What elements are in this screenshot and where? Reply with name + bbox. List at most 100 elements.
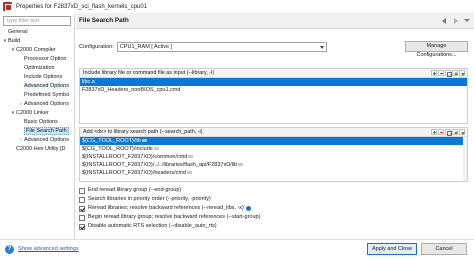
edit-icon[interactable]	[445, 70, 452, 77]
add-icon[interactable]	[431, 129, 437, 135]
view-menu-icon[interactable]	[463, 17, 470, 24]
header-nav	[441, 17, 470, 24]
cancel-button[interactable]: Cancel	[421, 243, 467, 255]
option-checkbox[interactable]	[79, 223, 85, 230]
list-item[interactable]: libc.a	[80, 78, 467, 86]
library-group-title: Include library file or command file as …	[83, 70, 215, 76]
move-up-icon[interactable]	[452, 70, 458, 76]
tree-item-label: General	[8, 29, 28, 35]
info-icon	[245, 206, 251, 211]
move-down-icon[interactable]	[459, 129, 465, 135]
tree-item[interactable]: Predefined Symbo	[0, 91, 75, 100]
tree-item[interactable]: Advanced Options	[0, 82, 75, 91]
library-list[interactable]: libc.a F2837xD_Headers_nonBIOS_cpu1.cmd	[80, 78, 467, 94]
settings-tree: General ▾ Build ▾ C2000 Compiler Processor Op…	[0, 28, 75, 154]
page-header: File Search Path	[76, 13, 474, 29]
page-title: File Search Path	[79, 17, 129, 24]
tree-item-label: C2000 Compiler	[16, 47, 56, 53]
tree-item-label: Optimization	[24, 65, 55, 71]
list-item-text: F2837xD_Headers_nonBIOS_cpu1.cmd	[82, 87, 181, 93]
tree-item[interactable]: ▾ C2000 Compiler	[0, 46, 75, 55]
move-up-icon[interactable]	[452, 129, 458, 135]
tree-item[interactable]: Optimization	[0, 64, 75, 73]
tree-item-label: Predefined Symbo	[24, 92, 70, 98]
tree-item[interactable]: Include Options	[0, 73, 75, 82]
option-label: Disable automatic RTS selection (--disab…	[88, 223, 217, 229]
search-path-scrollbar[interactable]	[463, 137, 467, 181]
manage-configurations-button[interactable]: Manage Configurations...	[405, 41, 468, 58]
search-path-group-tools	[431, 129, 465, 136]
option-checkbox[interactable]	[79, 214, 85, 221]
option-checkbox[interactable]	[79, 187, 85, 194]
tree-item-label: Include Options	[24, 74, 63, 80]
tree-item[interactable]: File Search Path	[0, 127, 75, 136]
tree-item[interactable]: C2000 Hex Utility [D	[0, 145, 75, 154]
list-item[interactable]: ${INSTALLROOT_F2837XD}/../../libraries/f…	[80, 161, 467, 169]
forward-arrow-icon[interactable]	[452, 17, 459, 24]
apply-and-close-button[interactable]: Apply and Close	[367, 243, 417, 255]
list-item-text: ${INSTALLROOT_F2837XD}/../../libraries/f…	[82, 162, 238, 168]
tree-item[interactable]: General	[0, 28, 75, 37]
variable-marker-icon	[238, 163, 244, 167]
configuration-label: Configuration:	[79, 43, 114, 50]
list-item-text: ${CG_TOOL_ROOT}/include	[82, 146, 153, 152]
list-item[interactable]: F2837xD_Headers_nonBIOS_cpu1.cmd	[80, 86, 467, 94]
option-label: Begin reread library group; resolve back…	[88, 214, 261, 220]
move-down-icon[interactable]	[459, 70, 465, 76]
add-icon[interactable]	[431, 70, 437, 76]
list-item[interactable]: ${CG_TOOL_ROOT}/include	[80, 145, 467, 153]
filter-input[interactable]: type filter text	[3, 16, 71, 26]
option-row: Reread libraries; resolve backward refer…	[79, 204, 379, 213]
tree-item[interactable]: › Advanced Options	[0, 100, 75, 109]
search-path-group-header: Add <dir> to library search path (--sear…	[80, 128, 467, 137]
dialog-footer: ? Show advanced settings Apply and Close…	[0, 239, 474, 261]
tree-item-label: Advanced Options	[24, 83, 69, 89]
search-path-group: Add <dir> to library search path (--sear…	[79, 127, 468, 182]
option-row: Search libraries in priority order (--pr…	[79, 195, 379, 204]
show-advanced-settings-link[interactable]: Show advanced settings	[18, 245, 79, 254]
back-arrow-icon[interactable]	[441, 17, 448, 24]
variable-marker-icon	[187, 171, 193, 175]
window-title: Properties for F2837xD_sci_flash_kernels…	[16, 3, 148, 10]
delete-icon[interactable]	[438, 129, 444, 135]
tree-item-label: Advanced Options	[24, 137, 69, 143]
variable-marker-icon	[141, 139, 147, 143]
tree-item[interactable]: › Advanced Options	[0, 136, 75, 145]
navigation-panel: type filter text General ▾ Build ▾ C2000 Com…	[0, 13, 75, 239]
option-row: Disable automatic RTS selection (--disab…	[79, 222, 379, 231]
tree-item-label: C2000 Hex Utility [D	[16, 146, 66, 152]
option-checkbox[interactable]	[79, 196, 85, 203]
tree-item[interactable]: Basic Options	[0, 118, 75, 127]
search-path-group-title: Add <dir> to library search path (--sear…	[83, 129, 203, 135]
title-bar: Properties for F2837xD_sci_flash_kernels…	[0, 0, 474, 13]
configuration-value: CPU1_RAM [ Active ]	[119, 43, 173, 50]
tree-item[interactable]: Processor Option	[0, 55, 75, 64]
option-label: End reread library group (--end-group)	[88, 187, 182, 193]
app-icon	[3, 2, 12, 11]
configuration-select[interactable]: CPU1_RAM [ Active ]	[116, 41, 327, 52]
configuration-row: Configuration: CPU1_RAM [ Active ]	[79, 41, 327, 52]
list-item-text: ${INSTALLROOT_F2837XD}/headers/cmd	[82, 170, 187, 176]
library-group: Include library file or command file as …	[79, 68, 468, 124]
linker-options: End reread library group (--end-group) Se…	[79, 186, 379, 231]
list-item-text: libc.a	[82, 79, 95, 85]
search-path-list[interactable]: ${CG_TOOL_ROOT}/lib ${CG_TOOL_ROOT}/inclu…	[80, 137, 467, 177]
edit-icon[interactable]	[445, 129, 452, 136]
delete-icon[interactable]	[438, 70, 444, 76]
tree-item-label: Processor Option	[24, 56, 67, 62]
variable-marker-icon	[188, 155, 194, 159]
tree-item-label: C2000 Linker	[16, 110, 49, 116]
list-item[interactable]: ${CG_TOOL_ROOT}/lib	[80, 137, 467, 145]
option-row: Begin reread library group; resolve back…	[79, 213, 379, 222]
tree-item[interactable]: ▾ C2000 Linker	[0, 109, 75, 118]
option-label: Search libraries in priority order (--pr…	[88, 196, 211, 202]
list-item-text: ${INSTALLROOT_F2837XD}/common/cmd	[82, 154, 188, 160]
option-label: Reread libraries; resolve backward refer…	[88, 205, 244, 211]
tree-item-label: Advanced Options	[24, 101, 69, 107]
list-item[interactable]: ${INSTALLROOT_F2837XD}/headers/cmd	[80, 169, 467, 177]
option-checkbox[interactable]	[79, 205, 85, 212]
help-icon[interactable]: ?	[5, 245, 14, 254]
library-group-tools	[431, 70, 465, 77]
list-item[interactable]: ${INSTALLROOT_F2837XD}/common/cmd	[80, 153, 467, 161]
tree-item[interactable]: ▾ Build	[0, 37, 75, 46]
